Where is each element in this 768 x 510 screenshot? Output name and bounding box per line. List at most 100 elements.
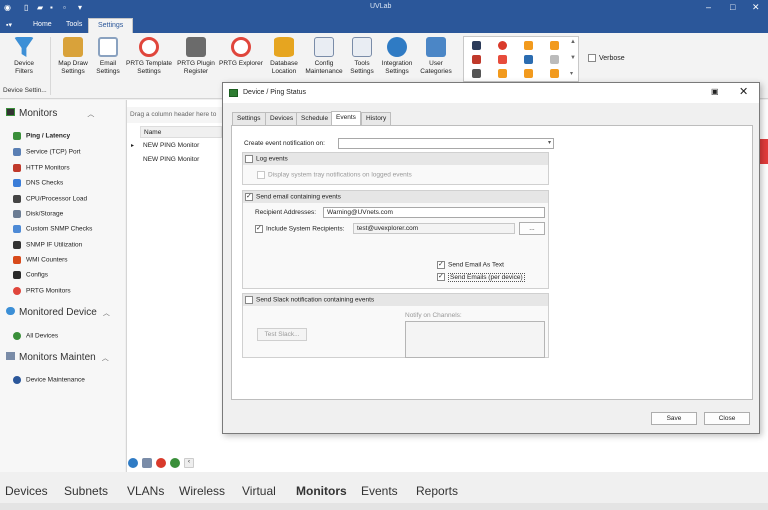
nav-item-prtg-monitors[interactable]: PRTG Monitors — [13, 287, 71, 295]
tab-devices[interactable]: Devices — [5, 484, 48, 498]
new-file-icon[interactable]: ▯ — [24, 3, 28, 12]
gallery-icon[interactable] — [550, 55, 559, 64]
tab-reports[interactable]: Reports — [416, 484, 458, 498]
create-event-dropdown[interactable]: ▾ — [338, 138, 554, 149]
nav-item-cpu-load[interactable]: CPU/Processor Load — [13, 195, 87, 203]
send-per-device-option[interactable]: Send Emails (per device) — [437, 272, 525, 282]
include-system-recipients-option[interactable]: Include System Recipients: — [255, 224, 344, 233]
database-location-button[interactable]: Database Location — [266, 37, 302, 75]
nav-item-wmi-counters[interactable]: WMI Counters — [13, 256, 68, 264]
nav-item-all-devices[interactable]: All Devices — [13, 332, 58, 340]
integration-settings-button[interactable]: Integration Settings — [378, 37, 416, 75]
prtg-template-settings-button[interactable]: PRTG Template Settings — [124, 37, 174, 75]
config-maintenance-button[interactable]: Config Maintenance — [303, 37, 345, 75]
scroll-left-icon[interactable]: ‹ — [184, 458, 194, 468]
gallery-expand-icon[interactable]: ▾ — [570, 70, 573, 77]
user-categories-button[interactable]: User Categories — [418, 37, 454, 75]
restore-icon[interactable]: ▣ — [711, 87, 719, 96]
device-filters-button[interactable]: Device Filters — [8, 37, 40, 75]
delete-icon[interactable] — [156, 458, 166, 468]
gallery-icon[interactable] — [498, 41, 507, 50]
close-button[interactable]: Close — [704, 412, 750, 425]
save-button[interactable]: Save — [651, 412, 697, 425]
gallery-icon[interactable] — [472, 55, 481, 64]
maximize-icon[interactable]: □ — [730, 2, 735, 12]
browse-recipients-button[interactable]: ... — [519, 222, 545, 235]
close-icon[interactable]: ✕ — [739, 85, 748, 98]
minimize-icon[interactable]: – — [706, 2, 711, 12]
gallery-scroll-down-icon[interactable]: ▼ — [570, 55, 576, 61]
nav-item-http-monitors[interactable]: HTTP Monitors — [13, 164, 70, 172]
app-menu-button[interactable]: ▪▾ — [2, 18, 16, 33]
verbose-checkbox[interactable]: Verbose — [588, 54, 625, 62]
gallery-icon[interactable] — [472, 69, 481, 78]
send-per-device-checkbox[interactable] — [437, 272, 445, 281]
row-expand-icon[interactable]: ▸ — [131, 142, 134, 149]
map-draw-settings-button[interactable]: Map Draw Settings — [55, 37, 91, 75]
log-events-checkbox[interactable] — [245, 155, 253, 163]
save-icon[interactable]: ▪ — [50, 3, 53, 12]
collapse-chevron-icon[interactable]: ︿ — [87, 111, 94, 118]
send-email-checkbox[interactable] — [245, 192, 253, 201]
table-row[interactable]: NEW PING Monitor — [140, 154, 222, 165]
tab-devices[interactable]: Devices — [265, 112, 299, 125]
gallery-icon[interactable] — [524, 69, 533, 78]
send-slack-checkbox[interactable] — [245, 296, 253, 304]
send-email-as-text-option[interactable]: Send Email As Text — [437, 260, 504, 269]
collapse-chevron-icon[interactable]: ︿ — [103, 310, 110, 317]
collapse-chevron-icon[interactable]: ︿ — [102, 355, 109, 362]
gallery-icon[interactable] — [472, 41, 481, 50]
nav-item-device-maintenance[interactable]: Device Maintenance — [13, 376, 85, 384]
edit-icon[interactable] — [142, 458, 152, 468]
tab-settings[interactable]: Settings — [232, 112, 266, 125]
tab-schedule[interactable]: Schedule — [296, 112, 334, 125]
tab-subnets[interactable]: Subnets — [64, 484, 108, 498]
refresh-icon[interactable] — [170, 458, 180, 468]
gallery-icon[interactable] — [524, 55, 533, 64]
tab-virtual[interactable]: Virtual — [242, 484, 276, 498]
open-folder-icon[interactable]: ▰ — [37, 3, 43, 12]
tab-history[interactable]: History — [361, 112, 392, 125]
nav-item-ping-latency[interactable]: Ping / Latency — [13, 132, 70, 140]
column-header-name[interactable]: Name — [140, 126, 222, 138]
include-system-recipients-checkbox[interactable] — [255, 224, 263, 233]
tab-events[interactable]: Events — [331, 111, 361, 125]
tab-home[interactable]: Home — [24, 18, 61, 33]
tab-events[interactable]: Events — [361, 484, 398, 498]
tab-monitors[interactable]: Monitors — [296, 484, 347, 498]
slack-section-header[interactable]: Send Slack notification containing event… — [243, 294, 548, 306]
nav-item-dns-checks[interactable]: DNS Checks — [13, 179, 63, 187]
icon-gallery[interactable]: ▲ ▼ ▾ — [463, 36, 579, 82]
print-icon[interactable]: ▫ — [63, 3, 66, 12]
gallery-icon[interactable] — [498, 69, 507, 78]
prtg-plugin-register-button[interactable]: PRTG Plugin Register — [176, 37, 216, 75]
gallery-icon[interactable] — [498, 55, 507, 64]
nav-item-service-port[interactable]: Service (TCP) Port — [13, 148, 81, 156]
gallery-scroll-up-icon[interactable]: ▲ — [570, 39, 576, 45]
dialog-title-bar[interactable]: Device / Ping Status ▣ ✕ — [223, 83, 759, 103]
send-as-text-checkbox[interactable] — [437, 260, 445, 269]
nav-item-configs[interactable]: Configs — [13, 271, 48, 279]
nav-item-disk-storage[interactable]: Disk/Storage — [13, 210, 63, 218]
tab-settings[interactable]: Settings — [88, 18, 134, 33]
tab-wireless[interactable]: Wireless — [179, 484, 225, 498]
email-settings-button[interactable]: Email Settings — [93, 37, 123, 75]
monitors-maintenance-section-header[interactable]: Monitors Mainten ︿ — [6, 352, 109, 363]
nav-item-custom-snmp[interactable]: Custom SNMP Checks — [13, 225, 92, 233]
nav-item-snmp-if[interactable]: SNMP IF Utilization — [13, 241, 82, 249]
monitors-section-header[interactable]: Monitors ︿ — [6, 108, 94, 119]
email-section-header[interactable]: Send email containing events — [243, 191, 548, 203]
monitored-device-section-header[interactable]: Monitored Device ︿ — [6, 307, 110, 318]
customize-quick-access-icon[interactable]: ▾ — [78, 3, 82, 12]
verbose-checkbox-box[interactable] — [588, 54, 596, 62]
add-icon[interactable] — [128, 458, 138, 468]
gallery-icon[interactable] — [524, 41, 533, 50]
gallery-icon[interactable] — [550, 41, 559, 50]
tab-tools[interactable]: Tools — [57, 18, 91, 33]
prtg-explorer-button[interactable]: PRTG Explorer — [218, 37, 264, 68]
tab-vlans[interactable]: VLANs — [127, 484, 164, 498]
recipient-addresses-input[interactable]: Warning@UVnets.com — [323, 207, 545, 218]
close-window-icon[interactable]: ✕ — [752, 2, 760, 13]
gallery-icon[interactable] — [550, 69, 559, 78]
tools-settings-button[interactable]: Tools Settings — [346, 37, 378, 75]
